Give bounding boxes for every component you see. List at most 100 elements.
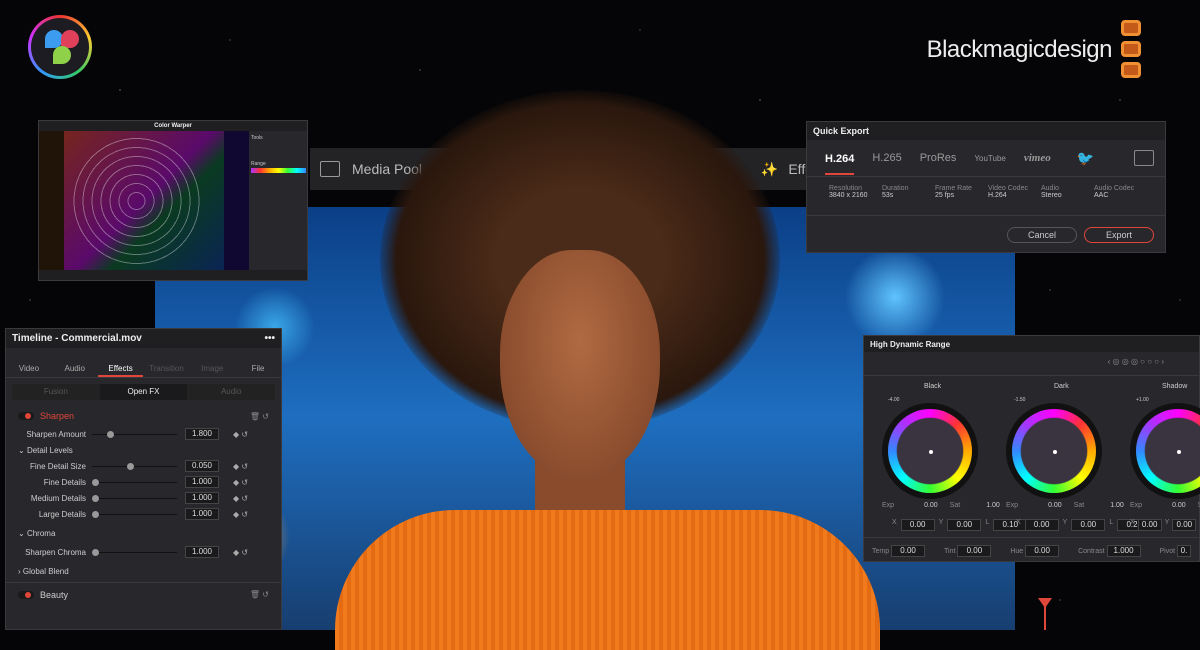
- range-label: Range: [251, 161, 266, 167]
- playhead-line: [1044, 606, 1046, 630]
- wheel-label: Black: [924, 383, 942, 390]
- media-pool-icon: [320, 161, 340, 177]
- medium-details-value[interactable]: 1.000: [185, 492, 219, 504]
- global-params: Temp 0.00 Tint 0.00 Hue 0.00 Contrast 1.…: [864, 537, 1199, 563]
- fine-detail-size-slider[interactable]: [92, 462, 177, 470]
- large-details-value[interactable]: 1.000: [185, 508, 219, 520]
- tools-label: Tools: [251, 135, 263, 141]
- fine-details-label: Fine Details: [43, 477, 86, 487]
- fine-detail-size-value[interactable]: 0.050: [185, 460, 219, 472]
- color-warper-panel: Color Warper Tools Range: [38, 120, 308, 281]
- black-x[interactable]: 0.00: [900, 519, 935, 531]
- tint-value[interactable]: 0.00: [957, 544, 992, 557]
- wheel-offset: +1.00: [1136, 397, 1149, 403]
- sharpen-toggle[interactable]: [18, 412, 34, 420]
- subtab-open-fx[interactable]: Open FX: [99, 384, 188, 400]
- hero-photo-sweater: [335, 510, 880, 650]
- spec-frame-rate: Frame Rate 25 fps: [935, 185, 972, 199]
- fine-detail-size-label: Fine Detail Size: [29, 461, 86, 471]
- color-wheel-shadow[interactable]: [1136, 409, 1200, 493]
- keyframe-icon[interactable]: ◆ ↺: [233, 478, 248, 487]
- effects-icon: ✨: [760, 160, 779, 177]
- spec-audio: Audio Stereo: [1041, 185, 1062, 199]
- zone-selector[interactable]: ‹ ◎ ◎ ◎ ○ ○ ○ ›: [864, 352, 1199, 376]
- color-wheel-black[interactable]: [888, 409, 972, 493]
- black-y[interactable]: 0.00: [947, 519, 982, 531]
- sharpen-amount-value[interactable]: 1.800: [185, 428, 219, 440]
- tab-image[interactable]: Image: [189, 348, 235, 377]
- shadow-x[interactable]: 0.00: [1137, 519, 1162, 531]
- color-wheel-dark[interactable]: [1012, 409, 1096, 493]
- chroma-header[interactable]: Chroma: [27, 529, 55, 538]
- global-blend-header[interactable]: Global Blend: [23, 567, 69, 576]
- range-hue-bar[interactable]: [251, 168, 306, 173]
- pivot-value[interactable]: 0.: [1177, 544, 1191, 557]
- black-sat[interactable]: 1.00: [986, 502, 1000, 509]
- wheel-offset: -4.00: [888, 397, 900, 403]
- color-warper-grid[interactable]: [39, 131, 249, 271]
- format-tab-youtube[interactable]: YouTube: [974, 154, 1005, 163]
- dark-exp[interactable]: 0.00: [1048, 502, 1062, 509]
- detail-levels-chevron-icon[interactable]: ⌄: [18, 446, 27, 455]
- twitter-icon[interactable]: 🐦: [1077, 150, 1094, 167]
- spec-duration: Duration 53s: [882, 185, 909, 199]
- subtab-fusion[interactable]: Fusion: [12, 384, 100, 400]
- keyframe-icon[interactable]: ◆ ↺: [233, 548, 248, 557]
- format-tab-vimeo[interactable]: vimeo: [1024, 152, 1051, 164]
- keyframe-icon[interactable]: ◆ ↺: [233, 494, 248, 503]
- fine-details-value[interactable]: 1.000: [185, 476, 219, 488]
- shadow-y[interactable]: 0.00: [1172, 519, 1197, 531]
- hdr-panel: High Dynamic Range ‹ ◎ ◎ ◎ ○ ○ ○ › Black…: [863, 335, 1200, 562]
- format-tab-prores[interactable]: ProRes: [920, 152, 957, 164]
- spec-video-codec: Video Codec H.264: [988, 185, 1028, 199]
- delete-effect-icon[interactable]: 🗑 ↺: [250, 412, 269, 421]
- temp-value[interactable]: 0.00: [891, 544, 926, 557]
- large-details-label: Large Details: [38, 509, 86, 519]
- sharpen-amount-slider[interactable]: [92, 430, 177, 438]
- export-button[interactable]: Export: [1084, 227, 1154, 243]
- warper-mesh: [69, 136, 204, 266]
- frame-io-icon[interactable]: [1134, 150, 1155, 166]
- quick-export-title: Quick Export: [807, 122, 1165, 140]
- export-specs: Resolution 3840 x 2160 Duration 53s Frame …: [807, 177, 1165, 199]
- dark-x[interactable]: 0.00: [1024, 519, 1059, 531]
- cancel-button[interactable]: Cancel: [1007, 227, 1077, 243]
- sharpen-chroma-value[interactable]: 1.000: [185, 546, 219, 558]
- keyframe-icon[interactable]: ◆ ↺: [233, 510, 248, 519]
- tab-transition[interactable]: Transition: [143, 348, 189, 377]
- quick-export-panel: Quick Export H.264 H.265 ProRes YouTube …: [806, 121, 1166, 253]
- keyframe-icon[interactable]: ◆ ↺: [233, 462, 248, 471]
- black-params: Exp 0.00 Sat 1.00: [882, 502, 1000, 509]
- format-tab-h264[interactable]: H.264: [825, 142, 855, 175]
- black-exp[interactable]: 0.00: [924, 502, 938, 509]
- subtab-audio[interactable]: Audio: [187, 384, 275, 400]
- fine-details-slider[interactable]: [92, 478, 177, 486]
- dark-sat[interactable]: 1.00: [1110, 502, 1124, 509]
- chroma-chevron-icon[interactable]: ⌄: [18, 529, 27, 538]
- tab-effects[interactable]: Effects: [97, 348, 144, 377]
- format-tab-h265[interactable]: H.265: [872, 152, 901, 164]
- contrast-value[interactable]: 1.000: [1106, 544, 1141, 557]
- shadow-exp[interactable]: 0.00: [1172, 502, 1186, 509]
- keyframe-icon[interactable]: ◆ ↺: [233, 430, 248, 439]
- wheel-offset: -1.50: [1014, 397, 1026, 403]
- delete-effect-icon[interactable]: 🗑 ↺: [250, 590, 269, 599]
- medium-details-slider[interactable]: [92, 494, 177, 502]
- shadow-xyl: X 0.00 Y 0.00: [1130, 519, 1197, 531]
- tab-audio[interactable]: Audio: [52, 348, 98, 377]
- dark-y[interactable]: 0.00: [1071, 519, 1106, 531]
- wheel-label: Dark: [1054, 383, 1069, 390]
- more-options-button[interactable]: •••: [264, 333, 275, 344]
- hue-value[interactable]: 0.00: [1025, 544, 1060, 557]
- spec-audio-codec: Audio Codec AAC: [1094, 185, 1135, 199]
- tab-video[interactable]: Video: [6, 348, 52, 377]
- blackmagic-design-logo: Blackmagicdesign: [926, 36, 1113, 63]
- inspector-panel: Timeline - Commercial.mov ••• Video Audio…: [5, 328, 282, 630]
- sharpen-chroma-slider[interactable]: [92, 548, 177, 556]
- large-details-slider[interactable]: [92, 510, 177, 518]
- tab-file[interactable]: File: [235, 348, 281, 377]
- detail-levels-header[interactable]: Detail Levels: [27, 446, 73, 455]
- beauty-toggle[interactable]: [18, 590, 34, 599]
- brand-square-icon: [1121, 41, 1141, 57]
- effect-sharpen-title: Sharpen: [40, 411, 75, 421]
